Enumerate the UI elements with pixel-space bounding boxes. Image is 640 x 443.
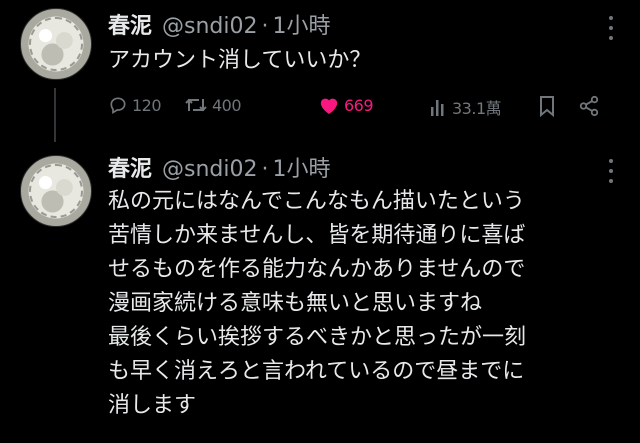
share-button[interactable] (578, 95, 600, 117)
thread-connector-line (54, 88, 56, 142)
views-icon (431, 100, 444, 116)
author-name[interactable]: 春泥 (108, 151, 152, 183)
reply-icon (110, 97, 126, 114)
repost-button[interactable]: 400 (184, 95, 242, 115)
avatar[interactable] (20, 155, 92, 227)
separator-dot: · (261, 157, 269, 182)
tweet-text-line: 苦情しか来ませんし、皆を期待通りに喜ば (108, 223, 526, 248)
tweet-text-line: 最後くらい挨拶するべきかと思ったが一刻 (108, 325, 527, 350)
author-name[interactable]: 春泥 (108, 8, 152, 40)
timestamp[interactable]: 1小時 (273, 8, 331, 40)
tweet-text: アカウント消していいか？ (108, 44, 618, 78)
more-icon[interactable] (608, 16, 614, 40)
author-handle[interactable]: @sndi02 (162, 14, 257, 39)
tweet-header: 春泥 @sndi02 · 1小時 (108, 151, 331, 183)
tweet-text-line: アカウント消していいか？ (108, 48, 372, 73)
tweet-text-line: も早く消えろと言われているので昼までに (108, 359, 525, 384)
like-count: 669 (344, 95, 374, 115)
tweet-text: 私の元にはなんでこんなもん描いたという 苦情しか来ませんし、皆を期待通りに喜ば … (108, 185, 618, 423)
timestamp[interactable]: 1小時 (273, 151, 331, 183)
share-icon (579, 95, 599, 117)
tweet-text-line: 消します (108, 393, 197, 418)
view-count: 33.1萬 (452, 99, 502, 118)
reply-button[interactable]: 120 (108, 95, 162, 115)
like-button[interactable]: 669 (318, 95, 374, 115)
bookmark-button[interactable] (538, 95, 556, 117)
tweet-header: 春泥 @sndi02 · 1小時 (108, 8, 331, 40)
heart-icon (320, 98, 338, 115)
bookmark-icon (540, 96, 554, 117)
repost-count: 400 (212, 95, 242, 115)
tweet-text-line: 漫画家続ける意味も無いと思いますね (108, 291, 483, 316)
tweet-text-line: せるものを作る能力なんかありませんので (108, 257, 526, 282)
more-icon[interactable] (608, 159, 614, 183)
reply-count: 120 (132, 95, 162, 115)
views-button[interactable]: 33.1萬 (430, 95, 502, 119)
tweet-text-line: 私の元にはなんでこんなもん描いたという (108, 189, 525, 214)
separator-dot: · (261, 14, 269, 39)
tweet-1[interactable]: 春泥 @sndi02 · 1小時 アカウント消していいか？ 120 400 66… (0, 0, 640, 143)
action-bar: 120 400 669 33.1萬 (108, 95, 618, 123)
tweet-2[interactable]: 春泥 @sndi02 · 1小時 私の元にはなんでこんなもん描いたという 苦情し… (0, 143, 640, 443)
author-handle[interactable]: @sndi02 (162, 157, 257, 182)
repost-icon (185, 98, 207, 112)
avatar[interactable] (20, 8, 92, 80)
